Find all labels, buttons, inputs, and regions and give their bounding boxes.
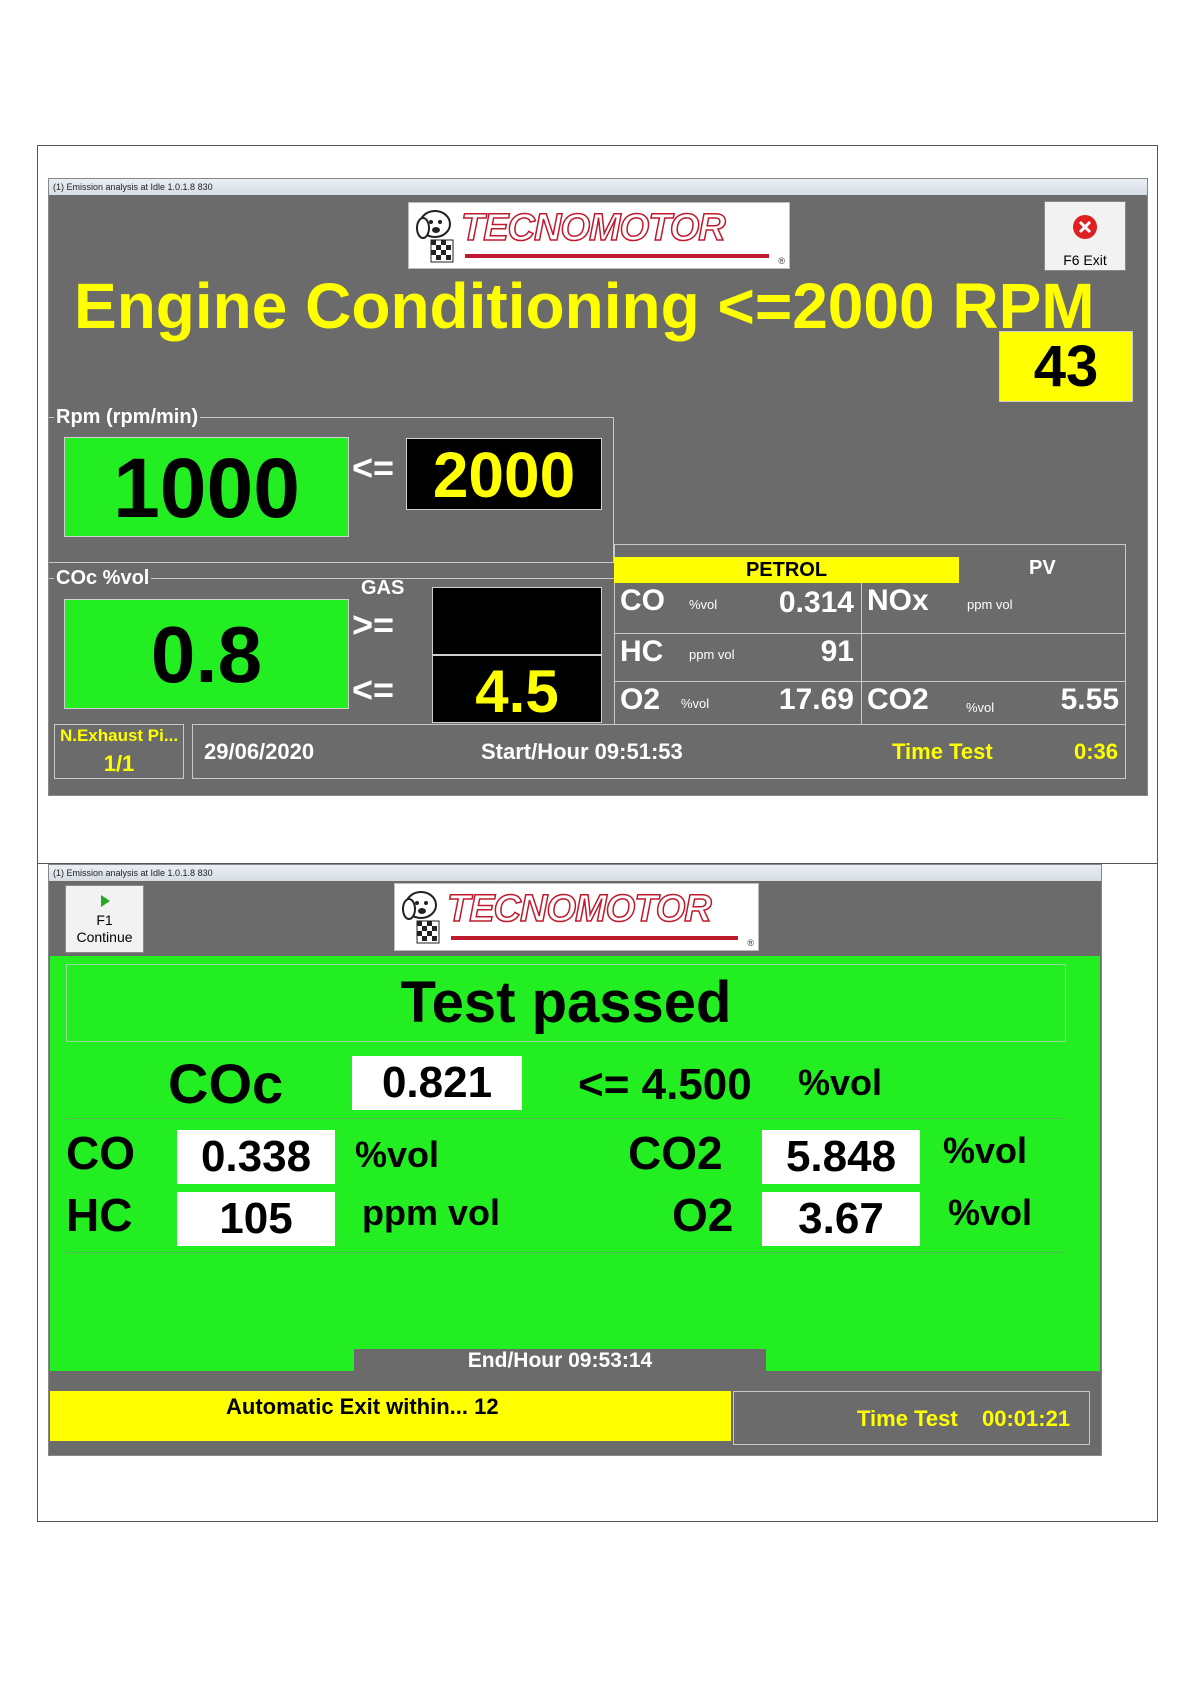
gas-hc-name: HC — [620, 635, 664, 668]
logo-text-2: TECNOMOTOR — [446, 887, 712, 931]
gas-co2-name: CO2 — [867, 683, 929, 716]
rpm-value: 1000 — [113, 441, 300, 535]
result-text: Test passed — [400, 970, 732, 1035]
auto-exit-bar: Automatic Exit within... 12 — [50, 1391, 731, 1441]
coc-value-box: 0.8 — [64, 599, 349, 709]
coc-upper-limit: 4.5 — [475, 658, 559, 725]
gas-table-vline — [861, 583, 862, 724]
status-date: 29/06/2020 — [204, 739, 315, 764]
coc-unit: %vol — [798, 1062, 883, 1103]
gas-nox-name: NOx — [867, 584, 929, 617]
countdown-box: 43 — [999, 331, 1133, 402]
logo-stripe — [465, 254, 769, 258]
exit-label: F6 Exit — [1063, 252, 1107, 268]
coc-name: COc — [168, 1052, 284, 1115]
logo-registered-2: ® — [747, 938, 754, 948]
gas-hc-value-2: 105 — [177, 1192, 335, 1246]
gas-hc-unit-2: ppm vol — [362, 1192, 501, 1233]
gas-co2-unit: %vol — [966, 700, 995, 715]
gas-label: GAS — [361, 577, 405, 599]
gas-co-name: CO — [620, 584, 665, 617]
fuel-label: PETROL — [745, 559, 828, 581]
tecnomotor-logo: TECNOMOTOR ® — [408, 202, 790, 269]
gas-o2-name-2: O2 — [672, 1189, 734, 1241]
logo-registered: ® — [778, 256, 785, 266]
coc-lower-limit-box — [432, 587, 602, 655]
continue-label: Continue — [76, 929, 133, 945]
rpm-value-box: 1000 — [64, 437, 349, 537]
result-panel: Test passed COc 0.821 <= 4.500 %vol CO 0… — [50, 956, 1100, 1373]
gas-co-unit: %vol — [689, 597, 718, 612]
divider-bottom — [66, 1252, 1066, 1253]
auto-exit-text: Automatic Exit within... 12 — [226, 1394, 499, 1419]
rpm-legend: Rpm (rpm/min) — [54, 406, 201, 428]
rpm-limit-value: 2000 — [432, 439, 576, 511]
gas-o2-name: O2 — [620, 683, 661, 716]
gas-o2-unit-2: %vol — [948, 1192, 1033, 1233]
coc-limit: <= 4.500 — [578, 1060, 752, 1109]
end-hour: End/Hour 09:53:14 — [467, 1349, 653, 1372]
time-test-value-2: 00:01:21 — [982, 1406, 1071, 1431]
time-test-label: Time Test — [892, 739, 993, 764]
window-engine-conditioning: (1) Emission analysis at Idle 1.0.1.8 83… — [48, 178, 1148, 796]
coc-upper-limit-box: 4.5 — [432, 655, 602, 725]
logo-text: TECNOMOTOR — [460, 206, 726, 250]
dog-mascot-icon — [402, 891, 440, 944]
rpm-limit-box: 2000 — [406, 438, 602, 511]
time-test-label-2: Time Test — [857, 1406, 958, 1431]
coc-value-2: 0.821 — [352, 1056, 522, 1110]
f6-exit-button[interactable]: F6 Exit — [1044, 201, 1126, 271]
gas-table-hline-1 — [614, 633, 1126, 634]
gas-o2-value-2: 3.67 — [762, 1192, 920, 1246]
n-exhaust-label: N.Exhaust Pi... — [59, 726, 179, 745]
page-heading: Engine Conditioning <=2000 RPM — [74, 270, 1095, 342]
rpm-operator: <= — [352, 447, 395, 488]
pv-label: PV — [1029, 557, 1056, 579]
close-icon — [1073, 215, 1097, 239]
play-icon — [100, 895, 110, 907]
fuel-badge: PETROL — [614, 557, 959, 583]
gas-co-name-2: CO — [66, 1127, 135, 1179]
ge-operator: >= — [352, 604, 395, 645]
gas-co2-unit-2: %vol — [943, 1130, 1028, 1171]
n-exhaust-box: N.Exhaust Pi... 1/1 — [54, 724, 184, 779]
gas-table-hline-2 — [614, 681, 1126, 682]
countdown-value: 43 — [1033, 334, 1099, 399]
gas-hc-name-2: HC — [66, 1189, 133, 1241]
gas-co2-value-2: 5.848 — [762, 1130, 920, 1184]
dog-mascot-icon — [416, 210, 454, 263]
gas-co2-name-2: CO2 — [628, 1127, 723, 1179]
window-title-2: (1) Emission analysis at Idle 1.0.1.8 83… — [49, 865, 1101, 881]
coc-value: 0.8 — [150, 610, 263, 699]
tecnomotor-logo-2: TECNOMOTOR ® — [394, 883, 759, 951]
le-operator: <= — [352, 669, 395, 710]
gas-o2-value: 17.69 — [778, 683, 854, 716]
time-test-value: 0:36 — [1074, 739, 1119, 764]
window-title: (1) Emission analysis at Idle 1.0.1.8 83… — [49, 179, 1147, 195]
gas-co-value-2: 0.338 — [177, 1130, 335, 1184]
coc-legend: COc %vol — [54, 567, 152, 589]
end-hour-bar: End/Hour 09:53:14 — [354, 1349, 766, 1373]
status-start-hour: Start/Hour 09:51:53 — [481, 739, 683, 764]
result-banner: Test passed — [66, 964, 1066, 1042]
logo-stripe-2 — [451, 936, 738, 940]
f1-continue-button[interactable]: F1 Continue — [65, 885, 144, 953]
divider-top — [66, 1118, 1066, 1119]
gas-co-value: 0.314 — [778, 586, 854, 619]
gas-nox-unit: ppm vol — [967, 597, 1013, 612]
gas-co-unit-2: %vol — [355, 1134, 440, 1175]
continue-key: F1 — [96, 912, 113, 928]
gas-hc-unit: ppm vol — [689, 647, 735, 662]
gas-co2-value: 5.55 — [1060, 683, 1119, 716]
n-exhaust-value: 1/1 — [103, 751, 135, 776]
window-test-result: (1) Emission analysis at Idle 1.0.1.8 83… — [48, 864, 1102, 1456]
gas-o2-unit: %vol — [681, 696, 710, 711]
gas-hc-value: 91 — [820, 635, 854, 668]
